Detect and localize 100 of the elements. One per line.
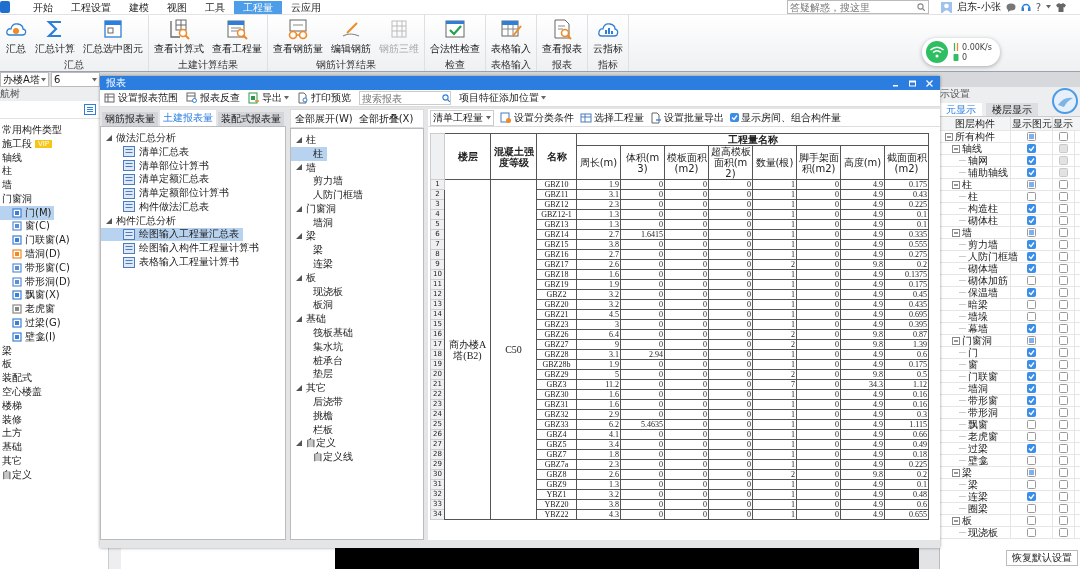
checkbox[interactable]	[1059, 528, 1068, 537]
checkbox[interactable]	[1059, 384, 1068, 393]
checkbox[interactable]	[1027, 204, 1036, 213]
tree-item[interactable]: 自定义	[291, 436, 340, 451]
tree-item[interactable]: 人防门框墙	[291, 188, 367, 202]
ribbon-button[interactable]: 查看报表	[541, 18, 583, 56]
checkbox[interactable]	[1059, 180, 1068, 189]
checkbox[interactable]	[1027, 324, 1036, 333]
nav-item[interactable]: 墙	[0, 178, 15, 192]
checkbox-label[interactable]: 显示房间、组合构件量	[741, 110, 841, 125]
checkbox[interactable]	[1027, 264, 1036, 273]
close-icon[interactable]	[925, 78, 934, 88]
nav-item[interactable]: 空心楼盖	[0, 385, 45, 399]
tree-item[interactable]: 构件做法汇总表	[101, 200, 213, 214]
tab[interactable]: 土建报表量	[160, 110, 216, 126]
nav-item[interactable]: 门(M)	[0, 205, 55, 220]
checkbox[interactable]	[1027, 360, 1036, 369]
nav-item[interactable]: 窗(C)	[0, 219, 53, 234]
tab[interactable]: 装配式报表量	[218, 112, 284, 126]
checkbox[interactable]	[1027, 504, 1036, 513]
checkbox[interactable]	[1059, 492, 1068, 501]
checkbox[interactable]	[1027, 480, 1036, 489]
checkbox[interactable]	[1059, 480, 1068, 489]
checkbox[interactable]	[1059, 336, 1068, 345]
checkbox[interactable]	[1027, 468, 1036, 477]
checkbox[interactable]	[1059, 420, 1068, 429]
tree-item[interactable]: 基础	[291, 312, 330, 327]
collapse-icon[interactable]	[952, 228, 960, 237]
checkbox[interactable]	[1027, 348, 1036, 357]
checkbox[interactable]	[1027, 384, 1036, 393]
ribbon-button[interactable]: 查看计算式	[153, 18, 205, 56]
ribbon-button[interactable]: 查看工程量	[211, 18, 263, 56]
user-name[interactable]: 启东-小张	[957, 0, 1001, 14]
checkbox[interactable]	[1059, 516, 1068, 525]
dropdown[interactable]: 清单工程量	[430, 109, 494, 126]
collapse-all-button[interactable]: 全部折叠(X)	[358, 111, 414, 126]
nav-item[interactable]: 过梁(G)	[0, 316, 64, 330]
checkbox[interactable]	[1027, 240, 1036, 249]
nav-item[interactable]: 墙洞(D)	[0, 247, 64, 261]
checkbox[interactable]	[1059, 300, 1068, 309]
nav-item[interactable]: 装配式	[0, 371, 35, 386]
ribbon-button[interactable]: 汇总计算	[34, 18, 76, 56]
checkbox[interactable]	[1059, 468, 1068, 477]
tree-item[interactable]: 做法汇总分析	[101, 131, 180, 145]
checkbox[interactable]	[1059, 396, 1068, 405]
dropdown[interactable]: 6	[51, 72, 100, 87]
ribbon-button[interactable]: 云指标	[592, 18, 624, 56]
tree-item[interactable]: 连梁	[291, 257, 337, 271]
checkbox[interactable]	[1059, 324, 1068, 333]
checkbox[interactable]	[1059, 204, 1068, 213]
menu-tab[interactable]: 工程设置	[62, 0, 120, 14]
tree-item[interactable]: 桩承台	[291, 353, 347, 368]
tree-item[interactable]: 垫层	[291, 367, 337, 382]
list-view-icon[interactable]	[84, 104, 96, 115]
nav-item[interactable]: 楼梯	[0, 398, 25, 413]
checkbox[interactable]	[1059, 192, 1068, 201]
tree-item[interactable]: 剪力墙	[291, 174, 347, 189]
checkbox[interactable]	[1027, 456, 1036, 465]
nav-item[interactable]: 基础	[0, 440, 25, 455]
toolbar-button[interactable]: 打印预览	[297, 91, 351, 105]
checkbox[interactable]	[1059, 240, 1068, 249]
menu-tab[interactable]: 开始	[24, 0, 62, 14]
checkbox[interactable]	[1027, 252, 1036, 261]
checkbox[interactable]	[1027, 516, 1036, 525]
checkbox[interactable]	[1027, 396, 1036, 405]
checkbox[interactable]	[1059, 132, 1068, 141]
tree-item[interactable]: 墙	[291, 160, 320, 175]
collapse-icon[interactable]	[952, 144, 960, 153]
checkbox[interactable]	[1059, 504, 1068, 513]
tree-item[interactable]: 板	[291, 270, 320, 285]
tree-item[interactable]: 柱	[291, 133, 320, 147]
tree-item[interactable]: 自定义线	[291, 450, 357, 465]
ribbon-button[interactable]: 表格输入	[490, 18, 532, 56]
checkbox[interactable]	[1059, 216, 1068, 225]
tab[interactable]: 楼层显示	[986, 103, 1038, 116]
tree-item[interactable]: 表格输入工程量计算书	[101, 255, 243, 269]
checkbox[interactable]	[1027, 444, 1036, 453]
checkbox[interactable]	[1059, 288, 1068, 297]
reset-button[interactable]: 恢复默认设置	[1006, 550, 1078, 566]
checkbox[interactable]	[1059, 276, 1068, 285]
maximize-icon[interactable]	[908, 78, 917, 88]
checkbox[interactable]	[1027, 156, 1036, 165]
tree-item[interactable]: 现浇板	[291, 284, 347, 299]
checkbox[interactable]	[1027, 144, 1036, 153]
nav-item[interactable]: 其它	[0, 454, 25, 468]
nav-item[interactable]: 自定义	[0, 467, 35, 482]
checkbox[interactable]	[1059, 228, 1068, 237]
menu-tab[interactable]: 工具	[196, 0, 234, 14]
menu-tab[interactable]: 云应用	[282, 0, 330, 14]
ribbon-button[interactable]: 查看钢筋量	[272, 18, 324, 56]
checkbox[interactable]	[1059, 432, 1068, 441]
nav-item[interactable]: 门联窗(A)	[0, 233, 73, 248]
checkbox[interactable]	[1027, 168, 1036, 177]
tree-item[interactable]: 后浇带	[291, 395, 347, 409]
checkbox[interactable]	[1059, 264, 1068, 273]
checkbox[interactable]	[1027, 408, 1036, 417]
checkbox[interactable]	[1059, 252, 1068, 261]
dropdown[interactable]: 项目特征添加位置	[459, 91, 546, 105]
tree-item[interactable]: 清单汇总表	[101, 144, 193, 159]
toolbar-button[interactable]: 报表反查	[186, 91, 240, 105]
